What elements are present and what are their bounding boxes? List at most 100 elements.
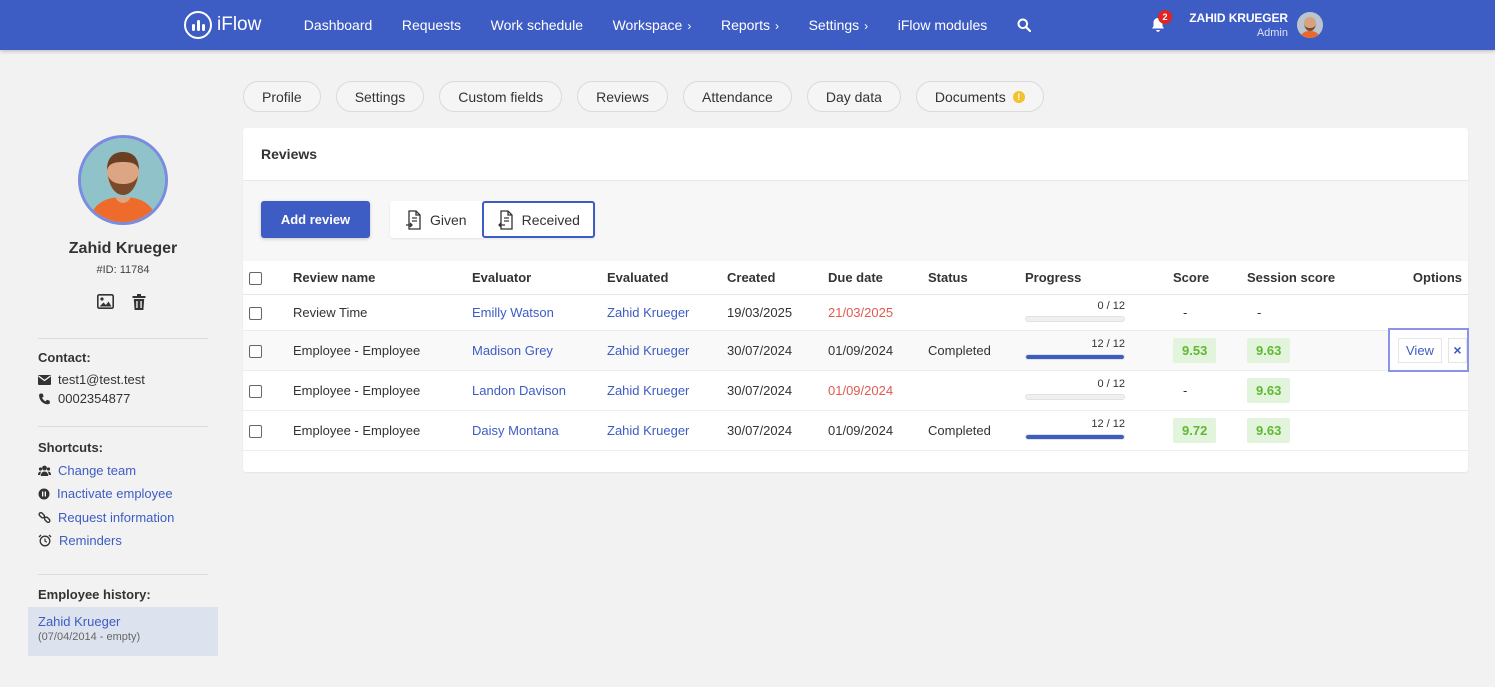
session-score-badge: 9.63 xyxy=(1247,417,1291,443)
evaluated-link[interactable]: Zahid Krueger xyxy=(607,423,689,438)
link-icon xyxy=(38,511,51,524)
shortcut-change-team[interactable]: Change team xyxy=(38,463,136,478)
received-toggle[interactable]: Received xyxy=(481,201,595,238)
column-header[interactable]: Due date xyxy=(828,261,928,295)
evaluator-link[interactable]: Daisy Montana xyxy=(472,423,559,438)
due-date: 01/09/2024 xyxy=(828,382,894,398)
column-header[interactable]: Review name xyxy=(293,261,472,295)
tab-custom-fields[interactable]: Custom fields xyxy=(439,81,563,112)
progress-bar: 12 / 12 xyxy=(1025,418,1125,442)
created-date: 19/03/2025 xyxy=(727,304,793,320)
progress-bar: 0 / 12 xyxy=(1025,378,1125,402)
tab-day-data[interactable]: Day data xyxy=(806,81,901,112)
column-header[interactable]: Evaluator xyxy=(472,261,607,295)
evaluated-link[interactable]: Zahid Krueger xyxy=(607,383,689,398)
column-header[interactable]: Evaluated xyxy=(607,261,727,295)
shortcut-inactivate-employee[interactable]: Inactivate employee xyxy=(38,486,173,501)
score-value: - xyxy=(1183,304,1188,320)
history-date-range: (07/04/2014 - empty) xyxy=(38,631,141,643)
contact-phone: 0002354877 xyxy=(38,391,130,406)
nav-item-settings[interactable]: Settings › xyxy=(794,17,883,33)
evaluator-link[interactable]: Emilly Watson xyxy=(472,305,554,320)
employee-name: Zahid Krueger xyxy=(68,240,178,257)
select-all-checkbox[interactable] xyxy=(249,271,262,285)
nav-item-reports[interactable]: Reports › xyxy=(706,17,794,33)
shortcuts-title: Shortcuts: xyxy=(38,440,103,455)
row-options-panel: View × xyxy=(1388,328,1469,372)
brand-name: iFlow xyxy=(217,14,262,35)
main-nav: Dashboard Requests Work schedule Workspace ›… xyxy=(289,0,1002,50)
chevron-right-icon: › xyxy=(774,19,779,33)
close-icon[interactable]: × xyxy=(1447,337,1467,363)
score-value: - xyxy=(1183,382,1188,398)
notification-count-badge: 2 xyxy=(1158,10,1172,24)
employee-id: #ID: 11784 xyxy=(96,264,150,276)
table-row[interactable]: Employee - Employee Landon Davison Zahid K… xyxy=(243,370,1468,411)
nav-item-workspace[interactable]: Workspace › xyxy=(598,17,706,33)
row-checkbox[interactable] xyxy=(249,424,262,438)
view-review-button[interactable]: View xyxy=(1398,337,1442,363)
brand-logo[interactable]: iFlow xyxy=(184,11,261,39)
tab-reviews[interactable]: Reviews xyxy=(577,81,668,112)
progress-bar: 12 / 12 xyxy=(1025,338,1125,362)
progress-label: 0 / 12 xyxy=(1097,378,1125,390)
user-avatar[interactable] xyxy=(1297,12,1323,38)
user-name[interactable]: ZAHID KRUEGER xyxy=(1189,11,1288,25)
logo-icon xyxy=(184,11,212,39)
column-header[interactable]: Score xyxy=(1173,261,1247,295)
notifications-button[interactable]: 2 xyxy=(1151,10,1172,33)
tab-profile[interactable]: Profile xyxy=(243,81,321,112)
trash-icon[interactable] xyxy=(132,294,146,310)
shortcut-reminders[interactable]: Reminders xyxy=(38,533,122,548)
nav-item-requests[interactable]: Requests xyxy=(387,17,476,33)
evaluator-link[interactable]: Madison Grey xyxy=(472,343,553,358)
row-checkbox[interactable] xyxy=(249,344,262,358)
column-header[interactable]: Session score xyxy=(1247,261,1397,295)
evaluated-link[interactable]: Zahid Krueger xyxy=(607,343,689,358)
evaluated-link[interactable]: Zahid Krueger xyxy=(607,305,689,320)
search-icon[interactable] xyxy=(1017,18,1031,32)
divider xyxy=(38,338,208,339)
employee-history-item[interactable]: Zahid Krueger (07/04/2014 - empty) xyxy=(28,607,218,656)
employee-history-title: Employee history: xyxy=(38,587,151,602)
add-review-button[interactable]: Add review xyxy=(261,201,370,238)
employee-avatar[interactable] xyxy=(78,135,168,225)
created-date: 30/07/2024 xyxy=(727,342,793,358)
chevron-right-icon: › xyxy=(864,19,869,33)
column-header[interactable]: Status xyxy=(928,261,1025,295)
session-score-badge: 9.63 xyxy=(1247,337,1291,363)
pause-circle-icon xyxy=(38,488,50,499)
progress-bar: 0 / 12 xyxy=(1025,300,1125,324)
row-checkbox[interactable] xyxy=(249,306,262,320)
score-badge: 9.72 xyxy=(1173,417,1217,443)
column-header[interactable]: Progress xyxy=(1025,261,1173,295)
shortcut-request-information[interactable]: Request information xyxy=(38,510,174,525)
reviews-table: Review name Evaluator Evaluated Created … xyxy=(243,261,1468,451)
tab-settings[interactable]: Settings xyxy=(335,81,425,112)
progress-fill xyxy=(1026,355,1124,359)
nav-item-dashboard[interactable]: Dashboard xyxy=(289,17,387,33)
nav-item-iflow-modules[interactable]: iFlow modules xyxy=(883,17,1002,33)
due-date: 01/09/2024 xyxy=(828,342,894,358)
table-row[interactable]: Employee - Employee Daisy Montana Zahid Kr… xyxy=(243,410,1468,451)
column-header[interactable]: Created xyxy=(727,261,828,295)
given-toggle[interactable]: Given xyxy=(390,201,482,238)
tab-documents[interactable]: Documents! xyxy=(915,81,1044,112)
tab-attendance[interactable]: Attendance xyxy=(683,81,792,112)
profile-actions xyxy=(97,294,146,310)
history-employee-name[interactable]: Zahid Krueger xyxy=(38,614,208,629)
profile-tabs: Profile Settings Custom fields Reviews Atten… xyxy=(243,81,1044,112)
contact-email: test1@test.test xyxy=(38,372,145,387)
row-checkbox[interactable] xyxy=(249,384,262,398)
phone-icon xyxy=(39,393,50,404)
evaluator-link[interactable]: Landon Davison xyxy=(472,383,566,398)
table-header-row: Review name Evaluator Evaluated Created … xyxy=(243,261,1468,295)
alarm-clock-icon xyxy=(38,534,52,547)
table-row[interactable]: Employee - Employee Madison Grey Zahid Kru… xyxy=(243,330,1468,371)
table-row[interactable]: Review Time Emilly Watson Zahid Krueger 19/… xyxy=(243,294,1468,331)
status-text: Completed xyxy=(928,342,991,358)
nav-item-work-schedule[interactable]: Work schedule xyxy=(476,17,598,33)
column-header: Options xyxy=(1397,261,1468,295)
top-bar: iFlow Dashboard Requests Work schedule Work… xyxy=(0,0,1495,50)
image-icon[interactable] xyxy=(97,294,114,309)
